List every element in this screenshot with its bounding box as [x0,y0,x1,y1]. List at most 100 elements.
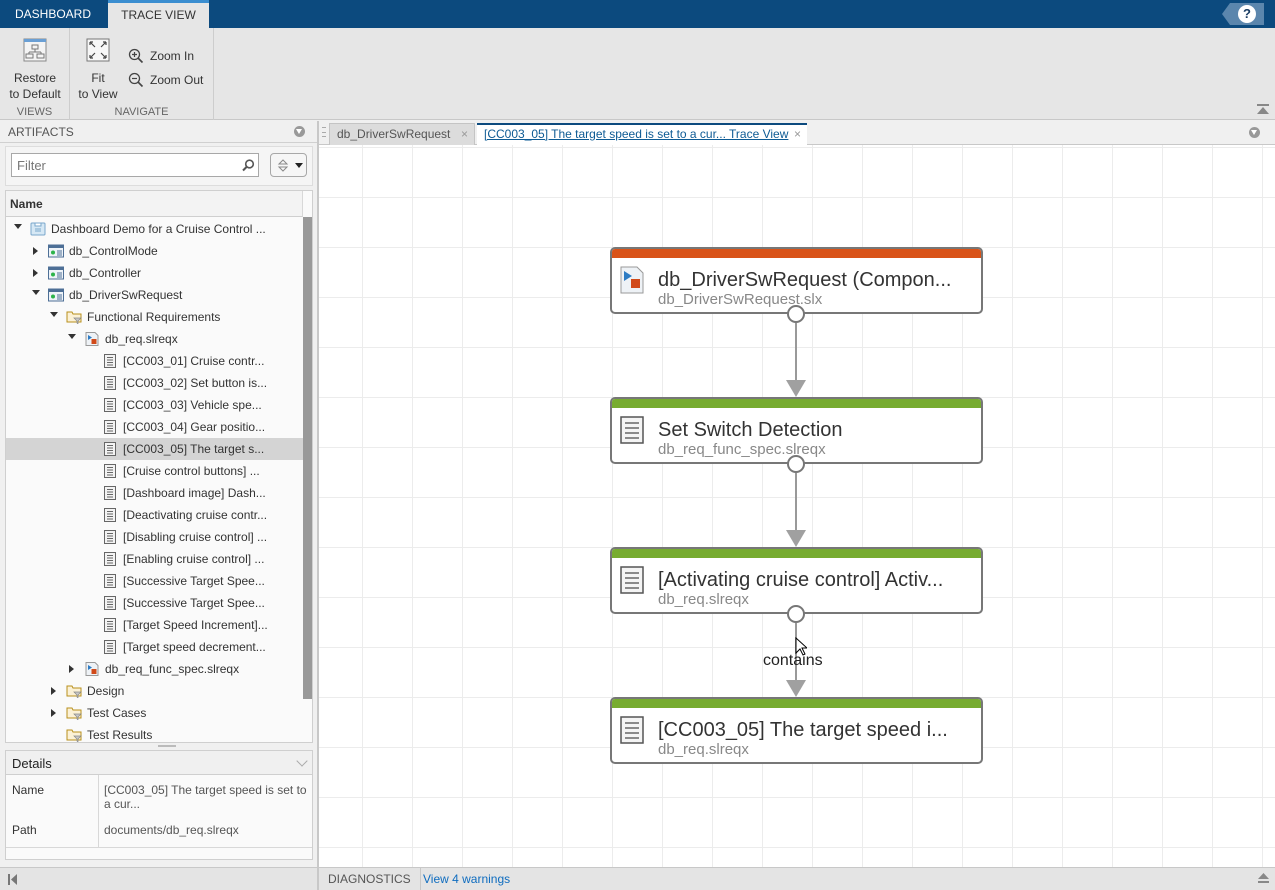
view-warnings-link[interactable]: View 4 warnings [423,872,510,886]
node-title: [Activating cruise control] Activ... [658,569,944,591]
tree-item[interactable]: [Cruise control buttons] ... [6,460,303,482]
tree-item[interactable]: db_ControlMode [6,240,303,262]
requirement-icon [102,508,118,522]
expand-panel-icon[interactable] [1258,873,1269,884]
artifacts-panel-header: ARTIFACTS [0,121,317,143]
tree-item[interactable]: [Target speed decrement... [6,636,303,658]
diagnostics-label: DIAGNOSTICS [319,868,421,890]
model-icon [48,244,64,258]
tree-item[interactable]: Design [6,680,303,702]
tree-item-label: db_ControlMode [69,244,158,258]
details-divider [98,775,99,847]
zoom-in-button[interactable]: Zoom In [128,48,194,64]
expand-arrow-right-icon[interactable] [33,269,38,277]
collapse-left-panel-icon[interactable] [8,874,18,885]
expand-arrow-down-icon[interactable] [50,312,58,317]
tree-item[interactable]: db_Controller [6,262,303,284]
chevron-down-icon [295,163,303,168]
trace-view-canvas[interactable]: db_DriverSwRequest (Compon... db_DriverSw… [319,145,1275,867]
node-color-bar [612,249,981,258]
sort-options-button[interactable] [270,153,307,177]
tree-item[interactable]: [CC003_03] Vehicle spe... [6,394,303,416]
doc-tab-label: db_DriverSwRequest [337,127,451,141]
tree-item[interactable]: [CC003_04] Gear positio... [6,416,303,438]
model-icon [48,288,64,302]
output-port[interactable] [787,455,805,473]
expand-arrow-right-icon[interactable] [51,709,56,717]
tab-trace-view[interactable]: TRACE VIEW [108,0,209,28]
trace-edge[interactable] [795,323,797,382]
trace-node[interactable]: [CC003_05] The target speed i... db_req.s… [610,697,983,764]
zoom-out-button[interactable]: Zoom Out [128,72,203,88]
tree-item[interactable]: Functional Requirements [6,306,303,328]
zoom-out-icon [128,72,144,88]
tree-item[interactable]: [Enabling cruise control] ... [6,548,303,570]
tree-item-label: Functional Requirements [87,310,221,324]
close-icon[interactable]: × [794,125,801,143]
tab-dashboard[interactable]: DASHBOARD [0,0,106,28]
tab-grip-icon[interactable] [322,127,326,137]
tree-item[interactable]: [CC003_01] Cruise contr... [6,350,303,372]
doc-tab-trace-view[interactable]: [CC003_05] The target speed is set to a … [477,123,807,145]
tree-column-header[interactable]: Name [6,191,303,217]
requirement-icon [102,574,118,588]
toolstrip: Restore to Default VIEWS Fit to View Zoo… [0,28,1275,120]
panel-menu-icon[interactable] [294,126,305,137]
restore-label-1: Restore [13,71,57,85]
expand-arrow-right-icon[interactable] [69,665,74,673]
tree-item[interactable]: Test Cases [6,702,303,724]
trace-edge[interactable] [795,473,797,532]
node-title: [CC003_05] The target speed i... [658,719,948,741]
tree-item[interactable]: db_DriverSwRequest [6,284,303,306]
details-header[interactable]: Details [6,751,312,775]
tree-item[interactable]: [CC003_02] Set button is... [6,372,303,394]
tree-item[interactable]: [Successive Target Spee... [6,570,303,592]
collapse-toolstrip-icon[interactable] [1256,104,1270,116]
tree-item[interactable]: [Disabling cruise control] ... [6,526,303,548]
expand-arrow-down-icon[interactable] [32,290,40,295]
column-name-label: Name [10,197,43,211]
arrowhead-icon [786,680,806,697]
fit-label-1: Fit [91,71,105,85]
requirement-icon [620,416,644,444]
details-path-key: Path [12,823,37,837]
folder-filter-icon [66,684,82,699]
tab-menu-icon[interactable] [1249,127,1260,138]
tree-item[interactable]: [Target Speed Increment]... [6,614,303,636]
output-port[interactable] [787,605,805,623]
tree-item[interactable]: [Dashboard image] Dash... [6,482,303,504]
restore-to-default-button[interactable]: Restore to Default [4,38,66,102]
trace-node[interactable]: Set Switch Detection db_req_func_spec.slr… [610,397,983,464]
doc-tab-db-driverswrequest[interactable]: db_DriverSwRequest × [329,123,475,145]
close-icon[interactable]: × [461,124,468,144]
tree-item[interactable]: db_req.slreqx [6,328,303,350]
panel-splitter[interactable] [158,745,176,747]
filter-area [5,146,313,186]
tree-item-label: [Successive Target Spee... [123,574,265,588]
fit-to-view-button[interactable]: Fit to View [76,38,120,102]
trace-node[interactable]: [Activating cruise control] Activ... db_r… [610,547,983,614]
tree-item-label: [CC003_02] Set button is... [123,376,268,390]
expand-arrow-right-icon[interactable] [51,687,56,695]
tree-item[interactable]: [CC003_05] The target s... [6,438,303,460]
tree-item[interactable]: db_req_func_spec.slreqx [6,658,303,680]
tree-item[interactable]: Dashboard Demo for a Cruise Control ... [6,218,303,240]
filter-input[interactable] [11,153,259,177]
requirement-icon [102,398,118,412]
output-port[interactable] [787,305,805,323]
tree-item[interactable]: [Deactivating cruise contr... [6,504,303,526]
help-button[interactable]: ? [1222,3,1264,25]
search-icon [242,159,255,172]
expand-arrow-down-icon[interactable] [14,224,22,229]
tree-item[interactable]: [Successive Target Spee... [6,592,303,614]
mouse-cursor-icon [795,637,807,656]
requirement-icon [102,618,118,632]
folder-filter-icon [66,310,82,325]
tree-item-label: [Dashboard image] Dash... [123,486,266,500]
trace-node[interactable]: db_DriverSwRequest (Compon... db_DriverSw… [610,247,983,314]
folder-filter-icon [66,706,82,721]
expand-arrow-down-icon[interactable] [68,334,76,339]
expand-arrow-right-icon[interactable] [33,247,38,255]
tree-item[interactable]: Test Results [6,724,303,742]
tree-scrollbar[interactable] [303,217,312,699]
